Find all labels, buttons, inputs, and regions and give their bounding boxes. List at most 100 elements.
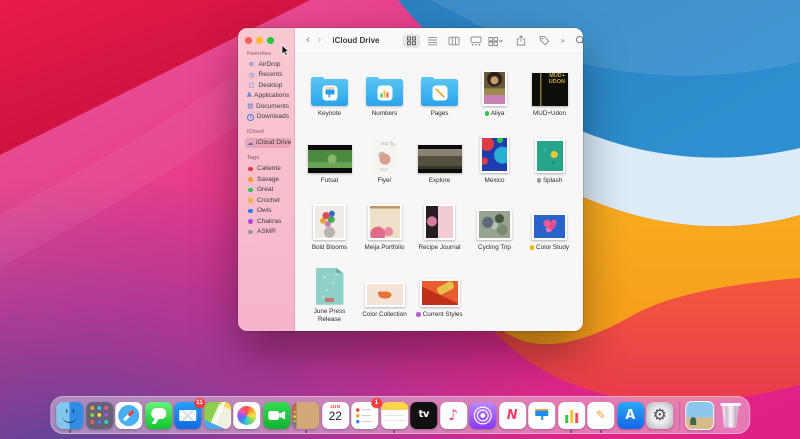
file-thumbnail <box>480 136 509 173</box>
sidebar-item[interactable]: Desktop <box>245 80 291 91</box>
search-button[interactable] <box>572 33 583 48</box>
dock-item[interactable]: JUN 22 <box>321 401 349 429</box>
file-item[interactable]: June Press Release <box>302 267 357 324</box>
file-item[interactable]: Recipe Journal <box>412 200 467 257</box>
file-name: MUD+Udon <box>532 109 567 117</box>
file-item[interactable]: 202 PDF Flyer <box>357 133 412 190</box>
dock-item[interactable] <box>115 401 143 429</box>
dock-item[interactable]: tv <box>410 401 438 429</box>
dock-item[interactable] <box>717 402 744 429</box>
file-tag-dot <box>529 245 535 250</box>
dock-item[interactable] <box>85 401 113 429</box>
file-name: Cycling Trip <box>478 243 511 251</box>
launchpad-dock-icon <box>85 401 113 429</box>
forward-button[interactable]: › <box>316 35 324 46</box>
file-thumbnail-box <box>480 133 509 173</box>
mouse-cursor <box>281 44 290 57</box>
dock-item[interactable]: N <box>498 401 526 429</box>
sidebar-item-label: Documents <box>256 102 289 110</box>
appstore-dock-icon: A <box>616 401 644 429</box>
sidebar-item[interactable]: iCloud Drive <box>245 137 291 148</box>
sidebar-tag-item[interactable]: Crochet <box>245 195 291 206</box>
file-item[interactable]: Futsal <box>302 133 357 190</box>
dock-item[interactable] <box>528 401 556 429</box>
dock-item[interactable] <box>56 401 84 433</box>
dock-item[interactable] <box>380 401 408 433</box>
sidebar-tag-item[interactable]: Great <box>245 185 291 196</box>
dock-item[interactable] <box>292 401 320 433</box>
dock-item[interactable] <box>557 401 585 433</box>
sidebar-tag-item[interactable]: Owls <box>245 206 291 217</box>
dock-item[interactable] <box>233 401 261 429</box>
file-thumbnail-box <box>311 66 348 106</box>
file-label: Color Study <box>529 244 569 252</box>
notification-badge: 11 <box>194 398 205 408</box>
dock-item[interactable] <box>469 401 497 429</box>
icon-view-button[interactable] <box>403 33 421 48</box>
file-thumbnail <box>424 204 455 240</box>
file-thumbnail-box <box>424 200 455 240</box>
dock-item[interactable] <box>203 401 231 429</box>
share-button[interactable] <box>513 33 529 48</box>
trash-icon <box>717 402 744 429</box>
file-item[interactable]: MUD+ UDON MUD+Udon <box>522 66 577 123</box>
dock-item[interactable] <box>262 401 290 429</box>
file-thumbnail <box>315 267 344 305</box>
file-item[interactable]: Meija Portfolio <box>357 200 412 257</box>
dock-item[interactable]: 1 <box>351 398 382 429</box>
sidebar-item-label: Desktop <box>258 81 283 89</box>
tag-color-dot <box>248 208 253 213</box>
search-icon <box>575 35 583 44</box>
dock-item[interactable] <box>144 401 172 429</box>
gallery-view-button[interactable] <box>467 34 485 48</box>
back-button[interactable]: ‹ <box>304 35 312 46</box>
sidebar-item[interactable]: Documents <box>245 101 291 112</box>
sidebar-item[interactable]: AirDrop <box>245 59 291 70</box>
sidebar-tag-item[interactable]: Savage <box>245 174 291 185</box>
file-item[interactable]: Bold Blooms <box>302 200 357 257</box>
sidebar-item[interactable]: Downloads <box>245 112 291 123</box>
file-item[interactable]: Splash <box>522 133 577 190</box>
file-item[interactable]: Numbers <box>357 66 412 123</box>
file-item[interactable]: Current Styles <box>412 267 467 324</box>
more-toolbar-items-button[interactable]: » <box>560 36 564 45</box>
column-view-button[interactable] <box>445 34 463 48</box>
sidebar-item[interactable]: Recents <box>245 70 291 81</box>
dock-item[interactable]: 11 <box>174 398 205 429</box>
file-thumbnail-box: MUD+ UDON <box>531 66 568 106</box>
sidebar-item[interactable]: Applications <box>245 91 291 102</box>
sidebar-tag-item[interactable]: Caliente <box>245 164 291 175</box>
minimize-button[interactable] <box>256 37 263 44</box>
group-button[interactable] <box>485 34 506 48</box>
file-item[interactable]: Cycling Trip <box>467 200 522 257</box>
share-icon <box>517 35 526 46</box>
sidebar-tag-item[interactable]: Chakras <box>245 216 291 227</box>
keynote-dock-icon <box>528 401 556 429</box>
file-item[interactable]: Aliya <box>467 66 522 123</box>
zoom-button[interactable] <box>267 37 274 44</box>
dock-item[interactable]: ⚙ <box>646 401 674 429</box>
file-item[interactable]: Color Collection <box>357 267 412 324</box>
sidebar-tag-item[interactable]: ASMR <box>245 227 291 238</box>
downloads-stack-icon <box>685 400 715 430</box>
file-item[interactable]: Mexico <box>467 133 522 190</box>
file-item[interactable]: Pages <box>412 66 467 123</box>
file-thumbnail <box>367 204 402 240</box>
file-item[interactable]: Keynote <box>302 66 357 123</box>
file-thumbnail: 202 PDF <box>372 140 397 173</box>
tag-color-dot <box>248 166 253 171</box>
file-label: Recipe Journal <box>418 244 460 252</box>
file-name: Current Styles <box>422 310 463 318</box>
dock-item[interactable]: ♪ <box>439 401 467 429</box>
close-button[interactable] <box>245 37 252 44</box>
file-item[interactable]: Color Study <box>522 200 577 257</box>
dock-item[interactable]: ✎ <box>587 401 615 433</box>
file-name: Flyer <box>377 176 392 184</box>
tag-button[interactable] <box>536 33 553 48</box>
file-label: Color Collection <box>362 311 406 319</box>
dock-item[interactable]: A <box>616 401 644 429</box>
list-view-button[interactable] <box>424 34 441 48</box>
news-dock-icon: N <box>498 401 526 429</box>
file-item[interactable]: Explore <box>412 133 467 190</box>
dock-item[interactable] <box>685 400 715 430</box>
